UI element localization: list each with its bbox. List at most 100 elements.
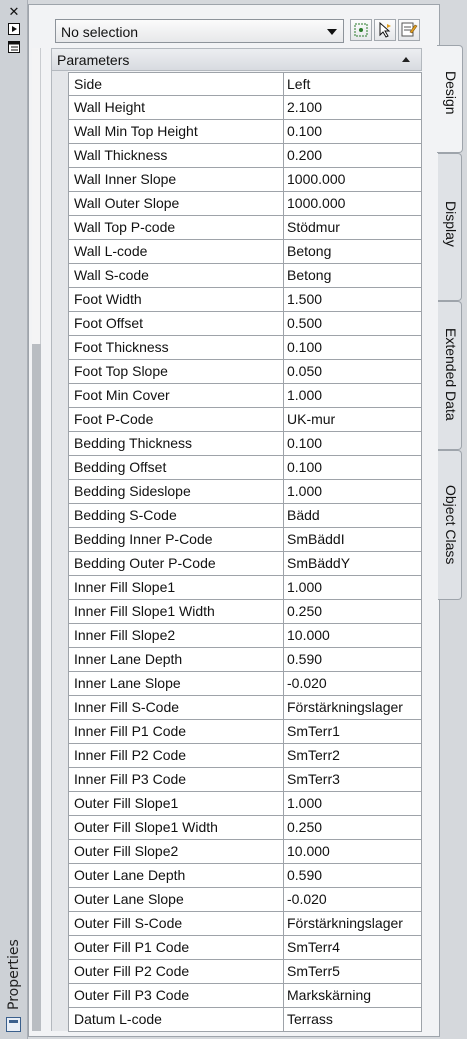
property-row[interactable]: Bedding S-Code Bädd bbox=[68, 504, 422, 528]
property-row[interactable]: Inner Lane Depth 0.590 bbox=[68, 648, 422, 672]
property-row[interactable]: Outer Fill Slope1 1.000 bbox=[68, 792, 422, 816]
property-row[interactable]: Bedding Sideslope 1.000 bbox=[68, 480, 422, 504]
property-row[interactable]: Side Left bbox=[68, 72, 422, 96]
property-value[interactable]: 2.100 bbox=[284, 96, 422, 119]
property-value[interactable]: UK-mur bbox=[284, 408, 422, 431]
tab-object-class[interactable]: Object Class bbox=[438, 450, 462, 600]
property-value[interactable]: -0.020 bbox=[284, 888, 422, 911]
property-value[interactable]: Förstärkningslager bbox=[284, 696, 422, 719]
property-value[interactable]: 1.500 bbox=[284, 288, 422, 311]
property-row[interactable]: Outer Fill P2 Code SmTerr5 bbox=[68, 960, 422, 984]
property-value[interactable]: 0.100 bbox=[284, 456, 422, 479]
tab-extended-data[interactable]: Extended Data bbox=[438, 301, 462, 450]
property-row[interactable]: Datum L-code Terrass bbox=[68, 1008, 422, 1032]
property-row[interactable]: Inner Fill P1 Code SmTerr1 bbox=[68, 720, 422, 744]
property-value[interactable]: Betong bbox=[284, 240, 422, 263]
quick-select-button[interactable] bbox=[374, 19, 396, 41]
scrollbar-thumb[interactable] bbox=[32, 48, 41, 344]
property-row[interactable]: Bedding Thickness 0.100 bbox=[68, 432, 422, 456]
property-row[interactable]: Inner Fill Slope1 Width 0.250 bbox=[68, 600, 422, 624]
property-value[interactable]: Terrass bbox=[284, 1008, 422, 1031]
property-value[interactable]: SmBäddY bbox=[284, 552, 422, 575]
property-value[interactable]: 0.590 bbox=[284, 864, 422, 887]
collapse-icon[interactable] bbox=[402, 57, 410, 62]
property-name: Foot Min Cover bbox=[68, 384, 284, 407]
property-value[interactable]: SmTerr5 bbox=[284, 960, 422, 983]
property-row[interactable]: Inner Fill S-Code Förstärkningslager bbox=[68, 696, 422, 720]
property-name: Outer Fill S-Code bbox=[68, 912, 284, 935]
property-value[interactable]: 0.200 bbox=[284, 144, 422, 167]
property-value[interactable]: Bädd bbox=[284, 504, 422, 527]
property-row[interactable]: Inner Fill P3 Code SmTerr3 bbox=[68, 768, 422, 792]
property-row[interactable]: Wall Outer Slope 1000.000 bbox=[68, 192, 422, 216]
property-row[interactable]: Inner Lane Slope -0.020 bbox=[68, 672, 422, 696]
property-row[interactable]: Outer Fill Slope2 10.000 bbox=[68, 840, 422, 864]
property-row[interactable]: Foot Offset 0.500 bbox=[68, 312, 422, 336]
property-value[interactable]: Stödmur bbox=[284, 216, 422, 239]
close-icon[interactable]: ✕ bbox=[7, 5, 21, 20]
selection-dropdown[interactable]: No selection bbox=[55, 19, 344, 43]
property-row[interactable]: Inner Fill Slope1 1.000 bbox=[68, 576, 422, 600]
property-row[interactable]: Wall Top P-code Stödmur bbox=[68, 216, 422, 240]
auto-hide-icon[interactable] bbox=[7, 22, 21, 36]
property-row[interactable]: Wall Height 2.100 bbox=[68, 96, 422, 120]
tab-design[interactable]: Design bbox=[437, 45, 463, 153]
property-rows: Side Left Wall Height 2.100 Wall Min Top Hei… bbox=[68, 72, 422, 1032]
palette-properties-icon[interactable] bbox=[6, 1017, 21, 1032]
property-value[interactable]: 10.000 bbox=[284, 840, 422, 863]
pickadd-toggle-button[interactable] bbox=[398, 19, 420, 41]
property-row[interactable]: Foot Top Slope 0.050 bbox=[68, 360, 422, 384]
property-row[interactable]: Foot Width 1.500 bbox=[68, 288, 422, 312]
property-value[interactable]: 0.250 bbox=[284, 816, 422, 839]
property-value[interactable]: 1.000 bbox=[284, 792, 422, 815]
property-row[interactable]: Inner Fill P2 Code SmTerr2 bbox=[68, 744, 422, 768]
properties-menu-icon[interactable] bbox=[7, 40, 21, 54]
property-value[interactable]: 1000.000 bbox=[284, 168, 422, 191]
property-value[interactable]: Betong bbox=[284, 264, 422, 287]
property-row[interactable]: Foot Min Cover 1.000 bbox=[68, 384, 422, 408]
property-row[interactable]: Wall L-code Betong bbox=[68, 240, 422, 264]
property-value[interactable]: 0.100 bbox=[284, 336, 422, 359]
property-value[interactable]: 1.000 bbox=[284, 480, 422, 503]
property-row[interactable]: Outer Lane Slope -0.020 bbox=[68, 888, 422, 912]
property-value[interactable]: 1000.000 bbox=[284, 192, 422, 215]
property-row[interactable]: Outer Fill Slope1 Width 0.250 bbox=[68, 816, 422, 840]
property-value[interactable]: 1.000 bbox=[284, 384, 422, 407]
property-row[interactable]: Bedding Outer P-Code SmBäddY bbox=[68, 552, 422, 576]
property-row[interactable]: Wall Inner Slope 1000.000 bbox=[68, 168, 422, 192]
property-row[interactable]: Outer Fill S-Code Förstärkningslager bbox=[68, 912, 422, 936]
property-value[interactable]: 0.050 bbox=[284, 360, 422, 383]
property-value[interactable]: Förstärkningslager bbox=[284, 912, 422, 935]
property-row[interactable]: Wall Thickness 0.200 bbox=[68, 144, 422, 168]
property-value[interactable]: 0.250 bbox=[284, 600, 422, 623]
property-row[interactable]: Wall S-code Betong bbox=[68, 264, 422, 288]
property-value[interactable]: SmTerr4 bbox=[284, 936, 422, 959]
property-row[interactable]: Outer Fill P1 Code SmTerr4 bbox=[68, 936, 422, 960]
property-value[interactable]: 1.000 bbox=[284, 576, 422, 599]
property-row[interactable]: Foot P-Code UK-mur bbox=[68, 408, 422, 432]
property-value[interactable]: 10.000 bbox=[284, 624, 422, 647]
property-row[interactable]: Bedding Offset 0.100 bbox=[68, 456, 422, 480]
property-row[interactable]: Outer Lane Depth 0.590 bbox=[68, 864, 422, 888]
property-value[interactable]: Left bbox=[284, 73, 422, 96]
property-row[interactable]: Outer Fill P3 Code Markskärning bbox=[68, 984, 422, 1008]
select-objects-button[interactable] bbox=[350, 19, 372, 41]
vertical-scrollbar[interactable] bbox=[32, 48, 41, 1031]
tab-display[interactable]: Display bbox=[438, 153, 462, 301]
property-value[interactable]: Markskärning bbox=[284, 984, 422, 1007]
property-value[interactable]: 0.590 bbox=[284, 648, 422, 671]
property-value[interactable]: SmTerr2 bbox=[284, 744, 422, 767]
property-row[interactable]: Inner Fill Slope2 10.000 bbox=[68, 624, 422, 648]
property-row[interactable]: Foot Thickness 0.100 bbox=[68, 336, 422, 360]
scrollbar-track[interactable] bbox=[32, 344, 41, 1031]
property-value[interactable]: 0.500 bbox=[284, 312, 422, 335]
property-value[interactable]: SmTerr3 bbox=[284, 768, 422, 791]
group-header-parameters[interactable]: Parameters bbox=[51, 48, 422, 71]
property-row[interactable]: Wall Min Top Height 0.100 bbox=[68, 120, 422, 144]
property-value[interactable]: -0.020 bbox=[284, 672, 422, 695]
property-row[interactable]: Bedding Inner P-Code SmBäddI bbox=[68, 528, 422, 552]
property-value[interactable]: 0.100 bbox=[284, 432, 422, 455]
property-value[interactable]: 0.100 bbox=[284, 120, 422, 143]
property-value[interactable]: SmTerr1 bbox=[284, 720, 422, 743]
property-value[interactable]: SmBäddI bbox=[284, 528, 422, 551]
